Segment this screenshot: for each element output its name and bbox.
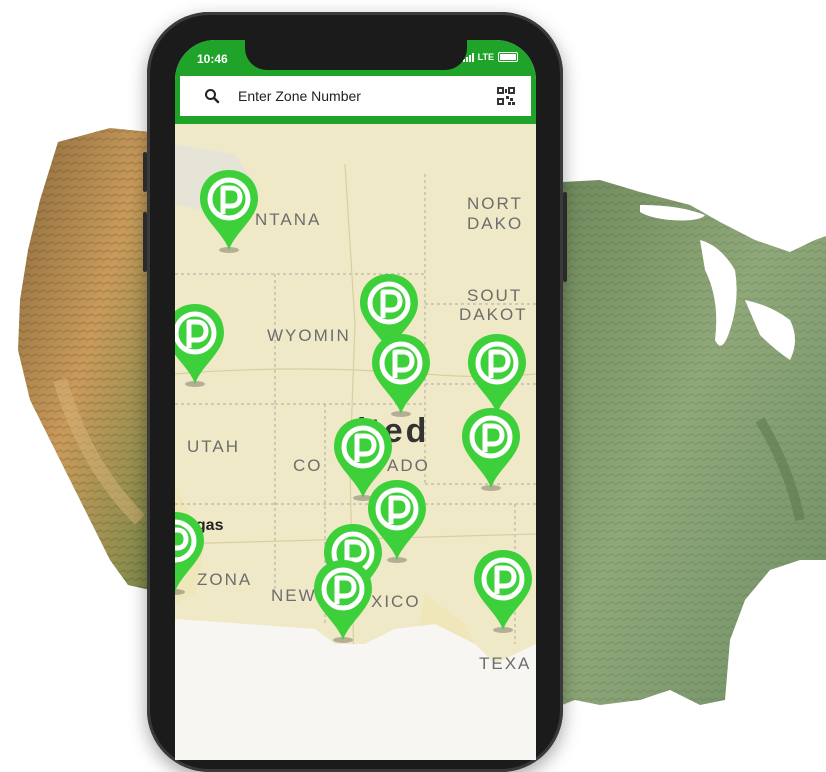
parking-pin-icon[interactable] [471, 548, 535, 634]
map-label-south-dakota-2: DAKOT [459, 305, 528, 324]
map-label-montana: NTANA [255, 210, 322, 229]
search-bar [180, 76, 531, 116]
parking-pin-icon[interactable] [369, 332, 433, 418]
parking-pin-icon[interactable] [197, 168, 261, 254]
search-icon[interactable] [204, 88, 220, 104]
phone-notch [245, 40, 467, 70]
parking-pin-icon[interactable] [311, 558, 375, 644]
parking-pin-icon[interactable] [175, 302, 227, 388]
parking-pin-icon[interactable] [459, 406, 523, 492]
phone-screen: 10:46 LTE Enter Zone Number NTANA NORT D… [175, 40, 536, 760]
search-header [175, 76, 536, 124]
zone-number-input[interactable] [236, 87, 480, 105]
map-label-colorado-1: CO [293, 456, 323, 475]
parking-pin-icon[interactable] [175, 510, 207, 596]
map-label-north-dakota-2: DAKO [467, 214, 524, 233]
battery-icon [498, 52, 518, 62]
map-label-utah: UTAH [187, 437, 241, 456]
map-label-south-dakota-1: SOUT [467, 286, 523, 305]
parking-map[interactable]: NTANA NORT DAKO SOUT DAKOT WYOMIN UTAH C… [175, 124, 536, 760]
qr-code-icon[interactable] [497, 87, 515, 105]
map-label-wyoming: WYOMIN [267, 326, 351, 345]
network-type: LTE [477, 52, 494, 62]
map-label-new-mexico-1: NEW [271, 586, 317, 605]
status-icons: LTE [462, 52, 518, 62]
status-time: 10:46 [197, 52, 228, 66]
map-label-north-dakota-1: NORT [467, 194, 523, 213]
map-label-texas: TEXA [479, 654, 532, 673]
